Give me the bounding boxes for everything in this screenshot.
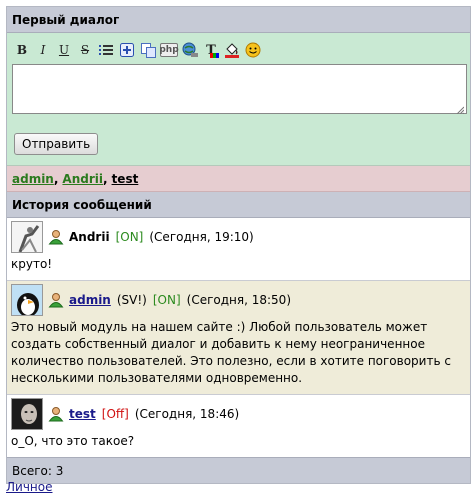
send-button[interactable]: Отправить xyxy=(14,133,99,155)
resize-grip-icon[interactable] xyxy=(456,106,464,114)
participant-separator: , xyxy=(103,171,108,186)
dialog-panel: Первый диалог B I U S php T Отправить ad… xyxy=(6,6,471,484)
participant-andrii[interactable]: Andrii xyxy=(62,172,103,186)
status-badge: [Off] xyxy=(101,407,129,421)
message-editor: B I U S php T Отправить xyxy=(7,33,470,166)
message-text: о_О, что это такое? xyxy=(11,434,135,448)
avatar xyxy=(11,221,43,253)
message-header: test [Off] (Сегодня, 18:46) xyxy=(7,395,470,433)
italic-icon[interactable]: I xyxy=(34,41,52,59)
message-item: admin (SV!) [ON] (Сегодня, 18:50) Это но… xyxy=(7,281,470,395)
list-icon[interactable] xyxy=(97,41,115,59)
message-author[interactable]: admin xyxy=(69,293,111,307)
message-time: (Сегодня, 19:10) xyxy=(149,230,254,244)
participants-bar: admin, Andrii, test xyxy=(7,166,470,192)
participant-separator: , xyxy=(53,171,59,186)
insert-icon[interactable] xyxy=(118,41,136,59)
participant-test[interactable]: test xyxy=(112,172,139,186)
link-icon[interactable] xyxy=(181,41,199,59)
role-badge: (SV!) xyxy=(116,293,147,307)
message-count: Всего: 3 xyxy=(7,457,470,483)
message-text: Это новый модуль на нашем сайте :) Любой… xyxy=(11,320,451,385)
message-author: Andrii xyxy=(69,230,110,244)
user-icon xyxy=(48,407,64,422)
bold-icon[interactable]: B xyxy=(13,41,31,59)
message-author[interactable]: test xyxy=(69,407,96,421)
status-badge: [ON] xyxy=(152,293,181,307)
avatar xyxy=(11,398,43,430)
php-icon[interactable]: php xyxy=(159,43,179,57)
avatar xyxy=(11,284,43,316)
copy-icon[interactable] xyxy=(139,41,157,59)
message-input[interactable] xyxy=(12,64,467,114)
smiley-icon[interactable] xyxy=(244,41,262,59)
message-header: admin (SV!) [ON] (Сегодня, 18:50) xyxy=(7,281,470,319)
message-header: Andrii [ON] (Сегодня, 19:10) xyxy=(7,218,470,256)
text-color-icon[interactable]: T xyxy=(202,41,220,59)
participant-admin[interactable]: admin xyxy=(12,172,54,186)
user-icon xyxy=(48,230,64,245)
dialog-title: Первый диалог xyxy=(7,7,470,33)
underline-icon[interactable]: U xyxy=(55,41,73,59)
history-title: История сообщений xyxy=(7,192,470,218)
message-time: (Сегодня, 18:50) xyxy=(186,293,291,307)
fill-color-icon[interactable] xyxy=(223,41,241,59)
user-icon xyxy=(48,293,64,308)
message-text: круто! xyxy=(11,257,53,271)
message-item: test [Off] (Сегодня, 18:46) о_О, что это… xyxy=(7,395,470,457)
editor-toolbar: B I U S php T xyxy=(13,40,265,60)
message-time: (Сегодня, 18:46) xyxy=(134,407,240,421)
personal-link[interactable]: Личное xyxy=(6,480,52,494)
message-item: Andrii [ON] (Сегодня, 19:10) круто! xyxy=(7,218,470,281)
strikethrough-icon[interactable]: S xyxy=(76,41,94,59)
status-badge: [ON] xyxy=(115,230,144,244)
